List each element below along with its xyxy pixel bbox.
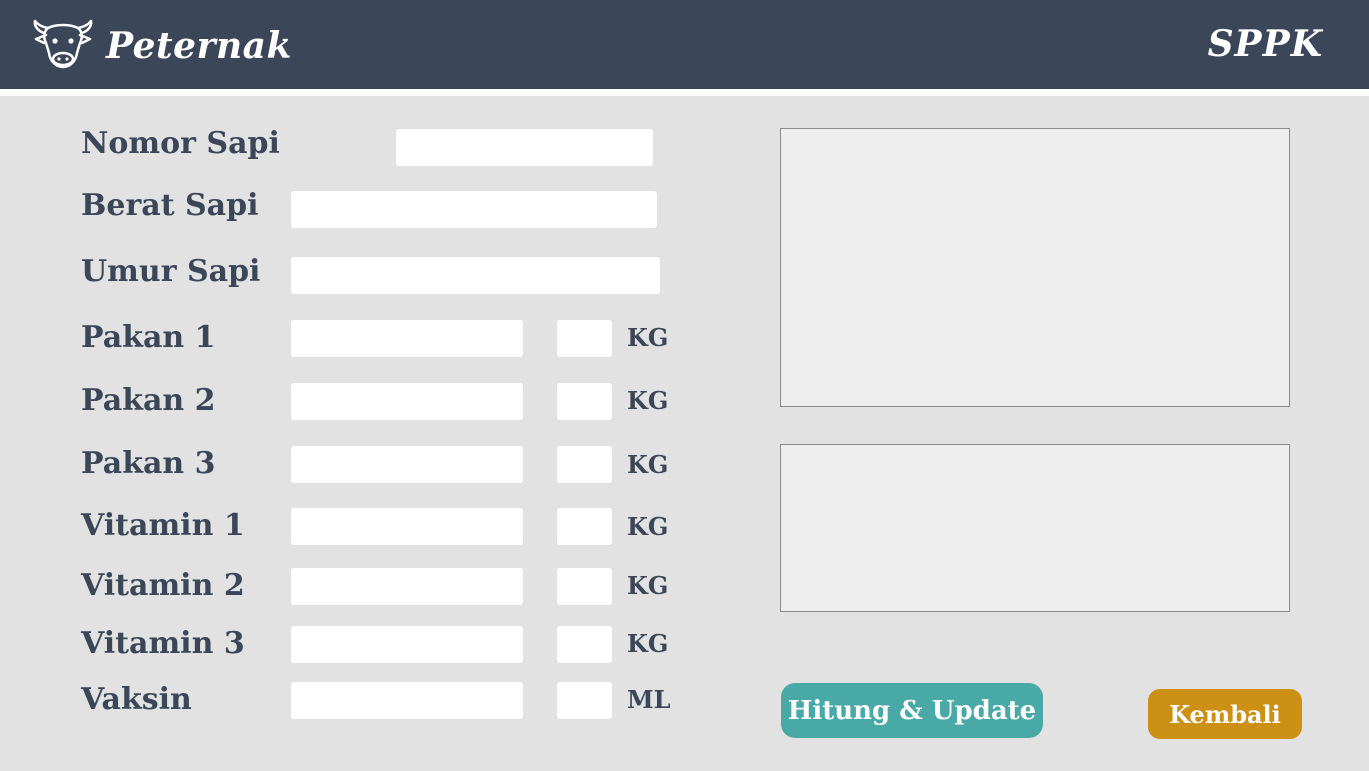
pakan-2-amount-input[interactable]	[557, 383, 612, 420]
pakan-1-label: Pakan 1	[81, 320, 216, 355]
calculate-update-button[interactable]: Hitung & Update	[781, 683, 1043, 738]
umur-sapi-input[interactable]	[291, 257, 660, 294]
vitamin-3-input[interactable]	[291, 626, 523, 663]
vitamin-2-unit: KG	[627, 571, 669, 600]
pakan-3-unit: KG	[627, 450, 669, 479]
pakan-2-input[interactable]	[291, 383, 523, 420]
nomor-sapi-label: Nomor Sapi	[81, 126, 280, 161]
cow-head-icon	[33, 19, 93, 69]
vitamin-3-unit: KG	[627, 629, 669, 658]
result-panel-upper	[780, 128, 1290, 407]
brand-title: Peternak	[106, 25, 292, 67]
vitamin-3-label: Vitamin 3	[81, 626, 245, 661]
vaksin-input[interactable]	[291, 682, 523, 719]
pakan-3-amount-input[interactable]	[557, 446, 612, 483]
vitamin-3-amount-input[interactable]	[557, 626, 612, 663]
umur-sapi-label: Umur Sapi	[81, 254, 261, 289]
vitamin-1-label: Vitamin 1	[81, 508, 245, 543]
pakan-1-input[interactable]	[291, 320, 523, 357]
app-code: SPPK	[1207, 23, 1323, 65]
vitamin-2-amount-input[interactable]	[557, 568, 612, 605]
result-panel-lower	[780, 444, 1290, 612]
vaksin-unit: ML	[627, 685, 671, 714]
vitamin-1-unit: KG	[627, 512, 669, 541]
back-button[interactable]: Kembali	[1148, 689, 1302, 739]
pakan-1-amount-input[interactable]	[557, 320, 612, 357]
vitamin-1-input[interactable]	[291, 508, 523, 545]
nomor-sapi-input[interactable]	[396, 129, 653, 166]
pakan-3-input[interactable]	[291, 446, 523, 483]
vaksin-amount-input[interactable]	[557, 682, 612, 719]
pakan-3-label: Pakan 3	[81, 446, 216, 481]
vitamin-1-amount-input[interactable]	[557, 508, 612, 545]
vitamin-2-input[interactable]	[291, 568, 523, 605]
vaksin-label: Vaksin	[81, 682, 192, 717]
berat-sapi-input[interactable]	[291, 191, 657, 228]
pakan-2-label: Pakan 2	[81, 383, 216, 418]
vitamin-2-label: Vitamin 2	[81, 568, 245, 603]
pakan-1-unit: KG	[627, 323, 669, 352]
pakan-2-unit: KG	[627, 386, 669, 415]
app-header: Peternak SPPK	[0, 0, 1369, 89]
berat-sapi-label: Berat Sapi	[81, 188, 259, 223]
